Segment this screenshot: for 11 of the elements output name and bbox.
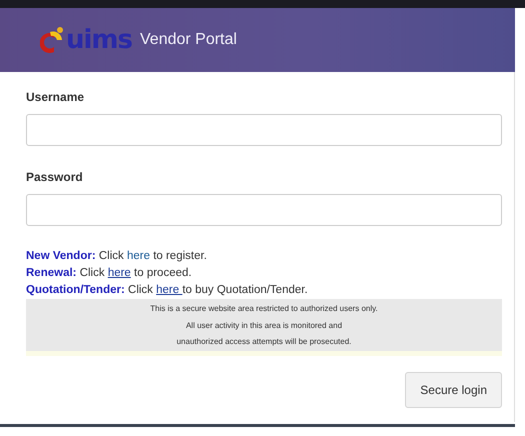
portal-title: Vendor Portal [140,30,237,50]
here-link[interactable]: here [108,267,131,279]
here-link[interactable]: here [156,284,182,296]
security-notice: This is a secure website area restricted to authorized users only. All user activity in this area is monitored and unauthorized access attempts will be prosecuted. [26,299,502,356]
info-line: New Vendor: Click here to register. [26,249,208,264]
field-label: Username [26,89,86,106]
field-label: Password [26,169,84,186]
info-line: Quotation/Tender: Click here to buy Quotation/Tender. [26,283,309,298]
secure-login-button[interactable]: Secure login [405,372,502,408]
info-line: Renewal: Click here to proceed. [26,266,193,281]
here-link[interactable]: here [126,250,150,262]
